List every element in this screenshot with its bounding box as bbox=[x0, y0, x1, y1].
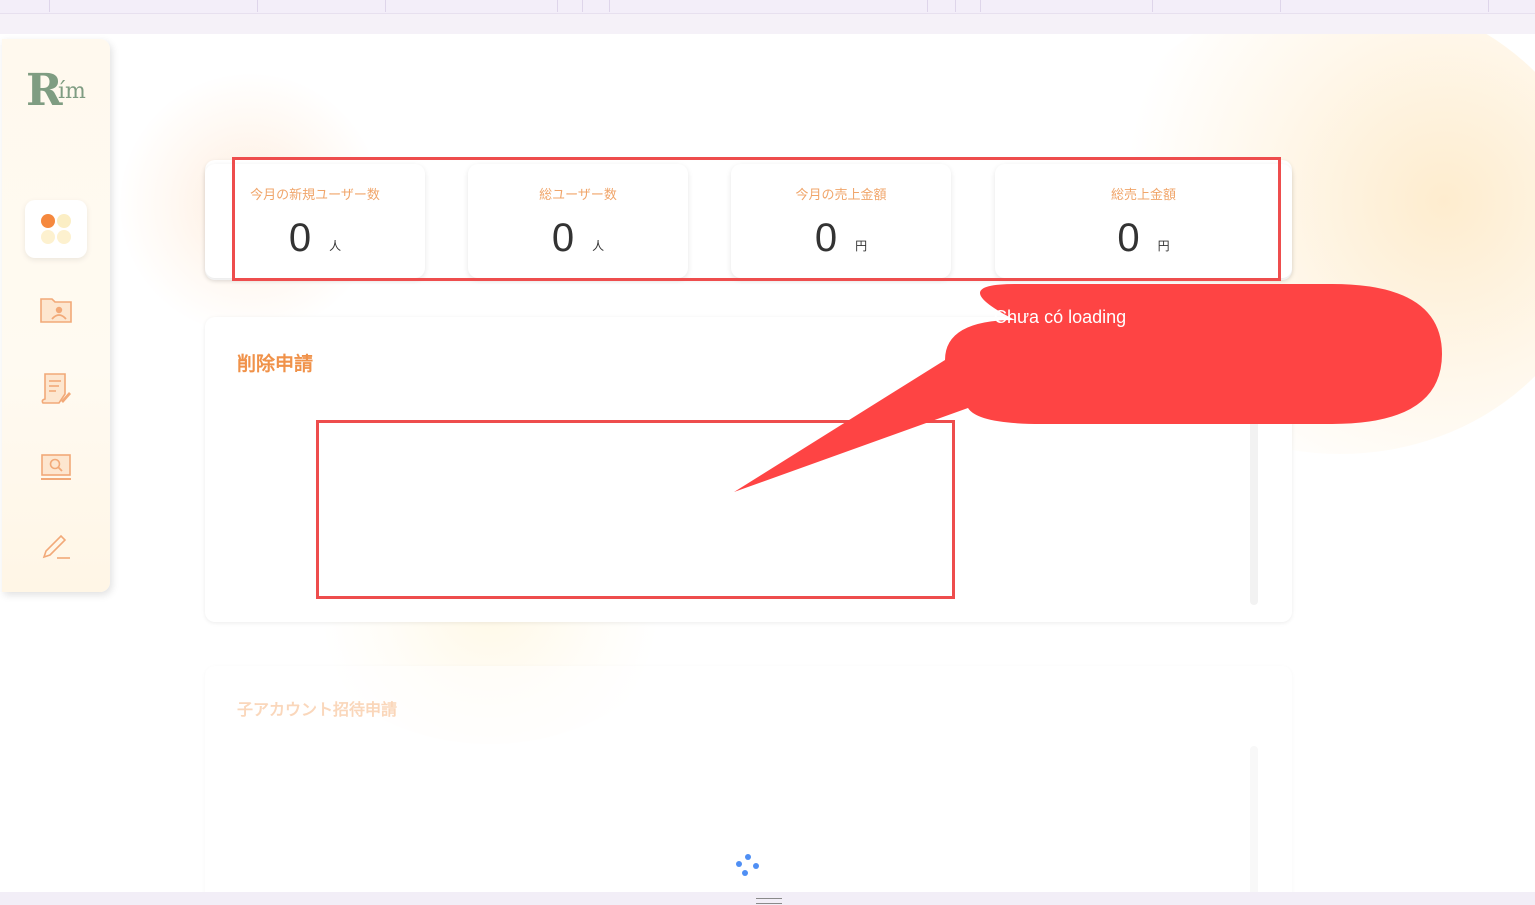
stat-value: 0 bbox=[288, 216, 312, 260]
panel-title: 子アカウント招待申請 bbox=[237, 700, 398, 719]
resize-handle-icon[interactable] bbox=[756, 898, 782, 904]
user-folder-icon bbox=[40, 298, 72, 323]
logo-sub: ím bbox=[58, 79, 86, 104]
stat-label: 総売上金額 bbox=[1110, 188, 1176, 203]
pen-icon bbox=[42, 534, 70, 559]
sidebar-item-monitor[interactable] bbox=[25, 439, 87, 497]
dashboard-dots-icon bbox=[39, 212, 73, 246]
stat-value: 0 bbox=[551, 216, 575, 260]
top-gap bbox=[0, 14, 1535, 34]
document-edit-icon bbox=[41, 373, 71, 404]
stat-label: 今月の新規ユーザー数 bbox=[250, 188, 380, 203]
annotation-text: Chưa có loading bbox=[994, 307, 1127, 327]
scrollbar[interactable] bbox=[1250, 746, 1258, 892]
monitor-search-icon bbox=[41, 454, 71, 480]
stat-label: 今月の売上金額 bbox=[795, 188, 887, 203]
panel-title: 削除申請 bbox=[237, 353, 314, 375]
stat-card-new-users: 今月の新規ユーザー数 0 人 bbox=[205, 164, 425, 278]
sidebar-item-dashboard[interactable] bbox=[25, 200, 87, 258]
stat-unit: 人 bbox=[592, 239, 605, 253]
annotation-callout bbox=[734, 284, 1442, 492]
sidebar: R ím bbox=[2, 39, 110, 592]
browser-top-strip bbox=[0, 0, 1535, 14]
sidebar-item-users[interactable] bbox=[25, 281, 87, 339]
loading-spinner-icon bbox=[736, 854, 760, 878]
sidebar-item-documents[interactable] bbox=[25, 360, 87, 418]
stat-unit: 人 bbox=[329, 239, 342, 253]
sidebar-item-edit[interactable] bbox=[25, 518, 87, 576]
stat-card-total-users: 総ユーザー数 0 人 bbox=[468, 164, 688, 278]
stat-label: 総ユーザー数 bbox=[539, 188, 617, 203]
app-logo[interactable]: R ím bbox=[26, 67, 88, 119]
